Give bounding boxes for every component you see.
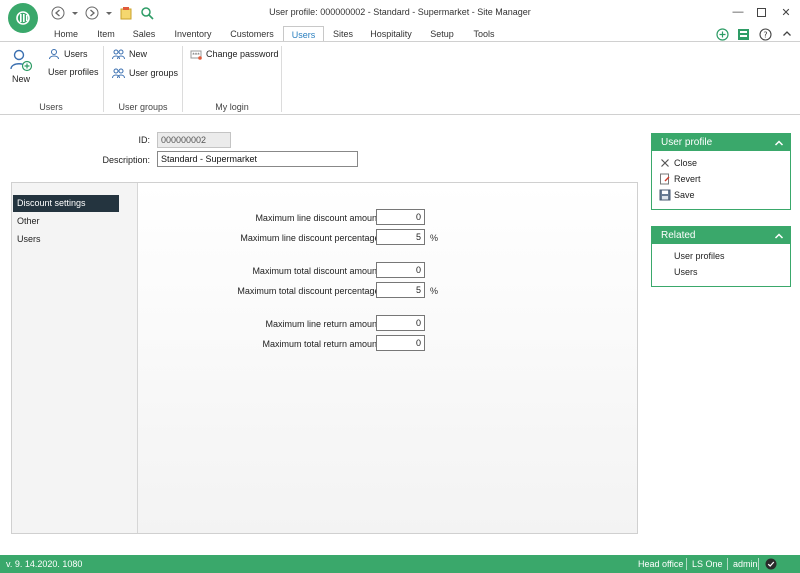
max-line-return-amount-input[interactable]: 0 bbox=[376, 315, 425, 331]
status-separator bbox=[727, 558, 728, 570]
new-user-group-button[interactable]: New bbox=[112, 48, 147, 60]
users-label: Users bbox=[64, 49, 88, 59]
tab-hospitality[interactable]: Hospitality bbox=[366, 26, 416, 42]
status-bar: v. 9. 14.2020. 1080 Head office LS One a… bbox=[0, 555, 800, 573]
percent-unit: % bbox=[430, 233, 439, 243]
add-circle-icon[interactable] bbox=[715, 27, 729, 41]
nav-item-discount-settings[interactable]: Discount settings bbox=[13, 195, 119, 212]
collapse-chevron-icon[interactable] bbox=[774, 227, 784, 247]
new-group-label: New bbox=[129, 49, 148, 59]
max-line-discount-amount-label: Maximum line discount amount: bbox=[255, 213, 382, 223]
change-password-button[interactable]: *** Change password bbox=[190, 48, 279, 60]
related-panel: Related User profiles Users bbox=[651, 226, 791, 287]
tab-home[interactable]: Home bbox=[51, 26, 81, 42]
id-field: 000000002 bbox=[157, 132, 231, 148]
connection-status-icon[interactable] bbox=[765, 558, 777, 570]
user-icon bbox=[49, 49, 59, 60]
percent-unit: % bbox=[430, 286, 439, 296]
dashboard-icon[interactable] bbox=[736, 27, 750, 41]
tab-sales[interactable]: Sales bbox=[130, 26, 158, 42]
related-panel-title: Related bbox=[661, 230, 696, 241]
tab-item[interactable]: Item bbox=[92, 26, 120, 42]
window-title: User profile: 000000002 - Standard - Sup… bbox=[269, 7, 531, 17]
version-label: v. 9. 14.2020. 1080 bbox=[6, 559, 83, 569]
tab-tools[interactable]: Tools bbox=[469, 26, 499, 42]
user-groups-label: User groups bbox=[129, 68, 179, 78]
revert-icon bbox=[659, 173, 671, 185]
description-label: Description: bbox=[102, 155, 150, 165]
description-field[interactable]: Standard - Supermarket bbox=[157, 151, 358, 167]
status-separator bbox=[686, 558, 687, 570]
nav-item-other[interactable]: Other bbox=[13, 213, 137, 230]
maximize-button[interactable] bbox=[751, 3, 771, 21]
tab-inventory[interactable]: Inventory bbox=[170, 26, 216, 42]
collapse-chevron-icon[interactable] bbox=[774, 134, 784, 154]
help-icon[interactable]: ? bbox=[758, 27, 772, 41]
tab-setup[interactable]: Setup bbox=[426, 26, 458, 42]
user-profile-panel-title: User profile bbox=[661, 137, 713, 148]
max-line-discount-amount-input[interactable]: 0 bbox=[376, 209, 425, 225]
max-line-return-amount-label: Maximum line return amount: bbox=[265, 319, 382, 329]
close-icon bbox=[659, 157, 671, 169]
user-profiles-button[interactable]: User profiles bbox=[48, 67, 99, 77]
max-total-discount-amount-label: Maximum total discount amount: bbox=[252, 266, 382, 276]
max-line-discount-percentage-label: Maximum line discount percentage: bbox=[240, 233, 382, 243]
max-line-discount-percentage-input[interactable]: 5 bbox=[376, 229, 425, 245]
revert-action[interactable]: Revert bbox=[652, 171, 790, 187]
related-panel-header[interactable]: Related bbox=[652, 227, 790, 244]
tab-customers[interactable]: Customers bbox=[228, 26, 276, 42]
collapse-ribbon-icon[interactable] bbox=[780, 27, 794, 41]
max-total-discount-percentage-input[interactable]: 5 bbox=[376, 282, 425, 298]
content-panel: Discount settings Other Users Maximum li… bbox=[11, 182, 638, 534]
new-user-label: New bbox=[11, 74, 30, 84]
minimize-button[interactable]: — bbox=[728, 3, 748, 21]
product-label: LS One bbox=[692, 559, 723, 569]
related-users-link[interactable]: Users bbox=[652, 264, 790, 280]
status-separator bbox=[758, 558, 759, 570]
related-user-profiles-link[interactable]: User profiles bbox=[652, 248, 790, 264]
max-total-discount-amount-input[interactable]: 0 bbox=[376, 262, 425, 278]
new-user-button[interactable]: New bbox=[9, 48, 33, 84]
save-action[interactable]: Save bbox=[652, 187, 790, 203]
new-user-icon bbox=[10, 49, 33, 72]
title-bar: User profile: 000000002 - Standard - Sup… bbox=[0, 0, 800, 33]
users-button[interactable]: Users bbox=[48, 48, 88, 60]
tab-sites[interactable]: Sites bbox=[329, 26, 357, 42]
close-action-label: Close bbox=[674, 158, 698, 168]
change-password-label: Change password bbox=[206, 49, 279, 59]
id-label: ID: bbox=[138, 135, 150, 145]
left-nav: Discount settings Other Users bbox=[12, 183, 138, 533]
save-action-label: Save bbox=[674, 190, 695, 200]
group-label-users: Users bbox=[39, 102, 63, 112]
user-groups-button[interactable]: User groups bbox=[112, 67, 178, 79]
revert-action-label: Revert bbox=[674, 174, 701, 184]
user-profiles-label: User profiles bbox=[48, 67, 99, 77]
ribbon: New Users User profiles Users New User g… bbox=[0, 41, 800, 115]
ribbon-tabs: Home Item Sales Inventory Customers User… bbox=[0, 26, 800, 42]
group-label-my-login: My login bbox=[215, 102, 249, 112]
max-total-return-amount-input[interactable]: 0 bbox=[376, 335, 425, 351]
svg-text:?: ? bbox=[763, 30, 767, 39]
store-label: Head office bbox=[638, 559, 684, 569]
user-profile-panel-header[interactable]: User profile bbox=[652, 134, 790, 151]
close-action[interactable]: Close bbox=[652, 155, 790, 171]
max-total-return-amount-label: Maximum total return amount: bbox=[262, 339, 382, 349]
user-groups-icon bbox=[112, 68, 125, 79]
max-total-discount-percentage-label: Maximum total discount percentage: bbox=[237, 286, 382, 296]
ribbon-separator bbox=[281, 46, 282, 112]
group-label-user-groups: User groups bbox=[118, 102, 168, 112]
user-group-new-icon bbox=[112, 49, 125, 60]
user-profile-panel: User profile Close Revert Save bbox=[651, 133, 791, 210]
password-icon: *** bbox=[190, 50, 202, 60]
close-window-button[interactable]: ✕ bbox=[776, 3, 796, 21]
save-icon bbox=[659, 189, 671, 201]
user-label: admin bbox=[733, 559, 758, 569]
tab-users[interactable]: Users bbox=[283, 26, 324, 42]
nav-item-users[interactable]: Users bbox=[13, 231, 137, 248]
